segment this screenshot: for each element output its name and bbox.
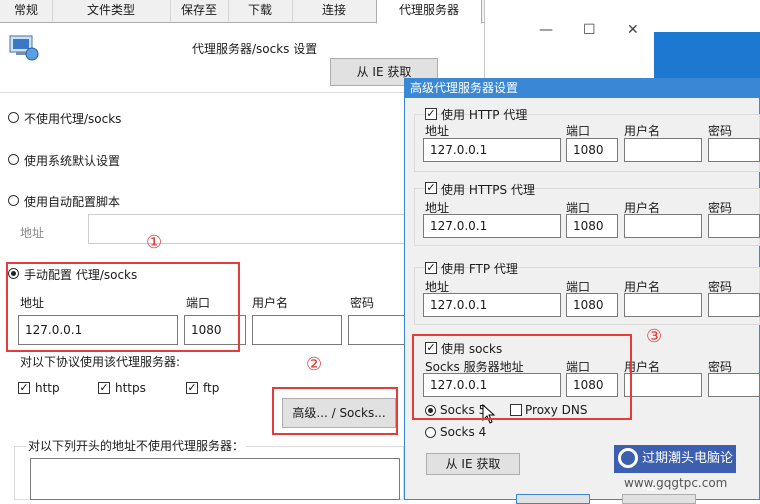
http-proxy-checkbox[interactable]: ✓ — [425, 108, 437, 120]
annotation-number-1: ① — [146, 232, 163, 253]
https-user-input[interactable] — [624, 214, 702, 238]
socks4-label: Socks 4 — [440, 425, 487, 439]
ftp-password-input[interactable] — [708, 293, 760, 317]
bypass-textarea[interactable] — [30, 458, 400, 500]
no-proxy-radio[interactable] — [8, 112, 19, 123]
page-title: 代理服务器/socks 设置 — [192, 42, 318, 56]
dialog-title: 高级代理服务器设置 — [404, 78, 760, 98]
http-address-input[interactable]: 127.0.0.1 — [423, 138, 561, 162]
https-proxy-label: 使用 HTTPS 代理 — [441, 183, 535, 197]
tab-proxy[interactable]: 代理服务器 — [376, 0, 482, 24]
http-label: http — [35, 381, 60, 395]
http-checkbox[interactable]: ✓ — [18, 382, 30, 394]
manual-password-label: 密码 — [350, 296, 375, 310]
manual-user-input[interactable] — [252, 315, 342, 345]
http-password-label: 密码 — [708, 124, 733, 138]
tab-download[interactable]: 下载 — [228, 0, 293, 21]
annotation-number-3: ③ — [646, 326, 663, 347]
network-icon — [8, 32, 40, 62]
https-password-input[interactable] — [708, 214, 760, 238]
tab-connection[interactable]: 连接 — [292, 0, 377, 21]
https-checkbox[interactable]: ✓ — [98, 382, 110, 394]
tab-bar: 常规 文件类型 保存至 下载 连接 代理服务器 — [0, 0, 484, 24]
manual-password-input[interactable] — [348, 315, 408, 345]
http-port-input[interactable]: 1080 — [566, 138, 618, 162]
dialog-ok-button[interactable] — [516, 494, 590, 504]
socks-password-input[interactable] — [708, 373, 760, 397]
close-icon[interactable]: ✕ — [627, 22, 639, 38]
https-port-input[interactable]: 1080 — [566, 214, 618, 238]
background-window-accent — [654, 32, 760, 80]
https-proxy-checkbox[interactable]: ✓ — [425, 182, 437, 194]
ftp-port-input[interactable]: 1080 — [566, 293, 618, 317]
logo-ring-icon — [618, 448, 638, 468]
tab-save-to[interactable]: 保存至 — [170, 0, 229, 21]
http-address-label: 地址 — [425, 124, 450, 138]
http-password-input[interactable] — [708, 138, 760, 162]
ftp-proxy-label: 使用 FTP 代理 — [441, 262, 518, 276]
protocols-label: 对以下协议使用该代理服务器: — [20, 355, 181, 369]
ftp-checkbox[interactable]: ✓ — [186, 382, 198, 394]
dialog-cancel-button[interactable] — [622, 494, 696, 504]
tab-general[interactable]: 常规 — [0, 0, 53, 21]
http-port-label: 端口 — [566, 124, 591, 138]
dialog-from-ie-button[interactable]: 从 IE 获取 — [426, 453, 520, 475]
manual-user-label: 用户名 — [252, 296, 289, 310]
http-proxy-label: 使用 HTTP 代理 — [441, 108, 528, 122]
system-proxy-radio[interactable] — [8, 154, 19, 165]
script-address-label: 地址 — [20, 226, 45, 240]
no-proxy-label: 不使用代理/socks — [24, 112, 122, 126]
annotation-box-2 — [272, 387, 398, 435]
socks-user-input[interactable] — [624, 373, 702, 397]
watermark-logo: 过期潮头电脑论坛 — [614, 445, 736, 494]
annotation-box-1 — [6, 262, 240, 352]
https-address-input[interactable]: 127.0.0.1 — [423, 214, 561, 238]
bypass-label: 对以下列开头的地址不使用代理服务器： — [26, 437, 247, 454]
maximize-icon[interactable]: ☐ — [583, 22, 596, 38]
system-proxy-label: 使用系统默认设置 — [24, 154, 121, 168]
https-label: https — [115, 381, 146, 395]
ftp-address-input[interactable]: 127.0.0.1 — [423, 293, 561, 317]
ftp-proxy-checkbox[interactable]: ✓ — [425, 262, 437, 274]
auto-script-radio[interactable] — [8, 195, 19, 206]
tab-file-types[interactable]: 文件类型 — [52, 0, 171, 21]
ftp-user-input[interactable] — [624, 293, 702, 317]
auto-script-label: 使用自动配置脚本 — [24, 195, 121, 209]
annotation-box-3 — [412, 334, 632, 420]
minimize-icon[interactable]: — — [539, 22, 553, 38]
http-user-label: 用户名 — [624, 124, 661, 138]
watermark-site: www.gqgtpc.com — [624, 476, 728, 490]
ftp-label: ftp — [203, 381, 220, 395]
annotation-number-2: ② — [306, 354, 323, 375]
http-user-input[interactable] — [624, 138, 702, 162]
socks4-radio[interactable] — [425, 427, 436, 438]
